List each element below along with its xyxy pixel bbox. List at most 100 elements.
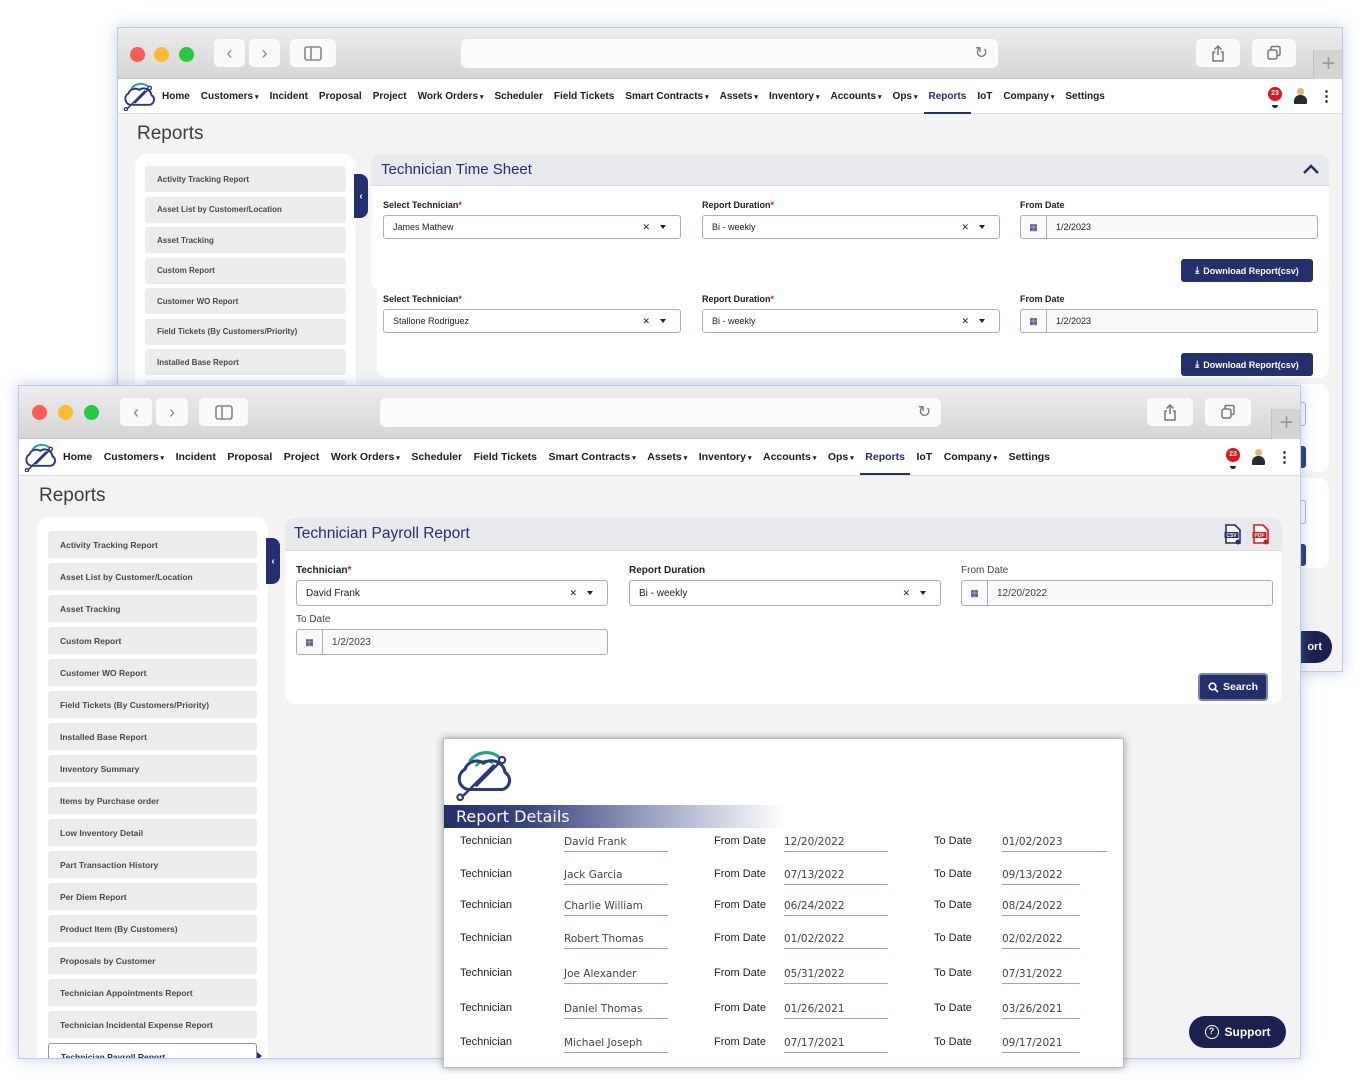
nav-item-field-tickets[interactable]: Field Tickets <box>474 451 537 463</box>
nav-item-iot[interactable]: IoT <box>916 451 932 463</box>
collapse-sidebar-button[interactable]: ‹ <box>266 538 280 584</box>
company-logo[interactable] <box>122 81 158 111</box>
clear-icon[interactable]: ✕ <box>569 588 577 599</box>
sidebar-item[interactable]: Field Tickets (By Customers/Priority) <box>48 691 257 718</box>
nav-item-field-tickets[interactable]: Field Tickets <box>554 91 614 102</box>
sidebar-item[interactable]: Proposals by Customer <box>48 947 257 974</box>
nav-item-scheduler[interactable]: Scheduler <box>495 91 543 102</box>
reload-icon[interactable]: ↻ <box>975 43 988 63</box>
nav-item-home[interactable]: Home <box>162 91 190 102</box>
collapse-sidebar-button[interactable]: ‹ <box>354 174 368 218</box>
tabs-overview-button[interactable] <box>1205 398 1251 426</box>
sidebar-item[interactable]: Asset Tracking <box>145 227 346 253</box>
nav-item-customers[interactable]: Customers ▾ <box>104 451 164 463</box>
sidebar-item[interactable]: Asset Tracking <box>48 595 257 622</box>
duration-select[interactable]: Bi - weekly ✕ <box>702 215 1000 239</box>
caret-down-icon[interactable] <box>660 319 666 323</box>
clear-icon[interactable]: ✕ <box>961 222 969 233</box>
nav-item-work-orders[interactable]: Work Orders ▾ <box>331 451 400 463</box>
sidebar-item[interactable]: Installed Base Report <box>145 349 346 375</box>
maximize-window-button[interactable] <box>179 47 194 62</box>
forward-button[interactable]: › <box>249 39 280 67</box>
download-report-button[interactable]: ⤓ Download Report(csv) <box>1181 353 1313 376</box>
nav-item-assets[interactable]: Assets ▾ <box>720 91 758 102</box>
from-date-input[interactable]: ▦ 12/20/2022 <box>961 580 1273 606</box>
sidebar-toggle-button[interactable] <box>199 398 248 426</box>
tabs-overview-button[interactable] <box>1252 39 1296 67</box>
nav-item-inventory[interactable]: Inventory ▾ <box>699 451 752 463</box>
nav-item-proposal[interactable]: Proposal <box>227 451 272 463</box>
sidebar-item[interactable]: Asset List by Customer/Location <box>48 563 257 590</box>
nav-item-accounts[interactable]: Accounts ▾ <box>830 91 881 102</box>
search-button[interactable]: Search <box>1198 673 1268 701</box>
nav-item-iot[interactable]: IoT <box>977 91 992 102</box>
nav-item-smart-contracts[interactable]: Smart Contracts ▾ <box>625 91 708 102</box>
caret-down-icon[interactable] <box>660 225 666 229</box>
calendar-icon[interactable]: ▦ <box>1021 216 1047 238</box>
nav-item-ops[interactable]: Ops ▾ <box>828 451 854 463</box>
sidebar-item[interactable]: Custom Report <box>48 627 257 654</box>
forward-button[interactable]: › <box>156 398 188 426</box>
address-bar[interactable]: ↻ <box>461 39 998 68</box>
nav-item-company[interactable]: Company ▾ <box>1003 91 1054 102</box>
sidebar-item[interactable]: Product Item (By Customers) <box>48 915 257 942</box>
nav-item-smart-contracts[interactable]: Smart Contracts ▾ <box>549 451 636 463</box>
clear-icon[interactable]: ✕ <box>642 316 650 327</box>
sidebar-item[interactable]: Activity Tracking Report <box>145 166 346 192</box>
nav-item-scheduler[interactable]: Scheduler <box>411 451 462 463</box>
sidebar-item[interactable]: Inventory Summary <box>48 755 257 782</box>
nav-item-accounts[interactable]: Accounts ▾ <box>763 451 816 463</box>
nav-item-ops[interactable]: Ops ▾ <box>893 91 918 102</box>
sidebar-item[interactable]: Field Tickets (By Customers/Priority) <box>145 318 346 345</box>
technician-select[interactable]: James Mathew ✕ <box>383 215 681 239</box>
caret-down-icon[interactable] <box>920 591 926 595</box>
caret-down-icon[interactable] <box>979 319 985 323</box>
sidebar-toggle-button[interactable] <box>290 39 336 67</box>
pdf-export-icon[interactable]: PDF <box>1252 524 1270 545</box>
share-button[interactable] <box>1147 398 1193 426</box>
sidebar-item[interactable]: Technician Incidental Expense Report <box>48 1011 257 1038</box>
new-tab-button[interactable]: + <box>1313 50 1342 80</box>
back-button[interactable]: ‹ <box>214 39 245 67</box>
new-tab-button[interactable]: + <box>1271 409 1300 439</box>
duration-select[interactable]: Bi - weekly ✕ <box>702 309 1000 333</box>
nav-item-assets[interactable]: Assets ▾ <box>647 451 687 463</box>
nav-item-reports[interactable]: Reports <box>860 451 910 475</box>
minimize-window-button[interactable] <box>154 47 169 62</box>
close-window-button[interactable] <box>32 405 47 420</box>
maximize-window-button[interactable] <box>84 405 99 420</box>
user-avatar[interactable] <box>1252 449 1265 465</box>
minimize-window-button[interactable] <box>58 405 73 420</box>
more-options-icon[interactable]: ⋮ <box>1277 450 1292 465</box>
nav-item-incident[interactable]: Incident <box>270 91 308 102</box>
nav-item-company[interactable]: Company ▾ <box>944 451 997 463</box>
sidebar-item[interactable]: Custom Report <box>145 257 346 284</box>
user-avatar[interactable] <box>1294 88 1307 104</box>
technician-select[interactable]: David Frank ✕ <box>296 580 608 606</box>
duration-select[interactable]: Bi - weekly ✕ <box>629 580 941 606</box>
calendar-icon[interactable]: ▦ <box>297 630 323 654</box>
nav-item-settings[interactable]: Settings <box>1009 451 1050 463</box>
chevron-up-icon[interactable] <box>1303 164 1319 174</box>
calendar-icon[interactable]: ▦ <box>1021 310 1047 332</box>
nav-item-proposal[interactable]: Proposal <box>319 91 362 102</box>
calendar-icon[interactable]: ▦ <box>962 581 988 605</box>
close-window-button[interactable] <box>130 47 145 62</box>
sidebar-item[interactable]: Customer WO Report <box>145 288 346 314</box>
nav-item-customers[interactable]: Customers ▾ <box>201 91 259 102</box>
sidebar-item[interactable]: Per Diem Report <box>48 883 257 910</box>
share-button[interactable] <box>1196 39 1240 67</box>
from-date-input[interactable]: ▦ 1/2/2023 <box>1020 309 1318 333</box>
nav-item-work-orders[interactable]: Work Orders ▾ <box>418 91 484 102</box>
sidebar-item[interactable]: Part Transaction History <box>48 851 257 878</box>
company-logo[interactable] <box>23 442 59 472</box>
nav-item-project[interactable]: Project <box>373 91 407 102</box>
notifications-button[interactable]: 23 <box>1268 87 1282 108</box>
nav-item-incident[interactable]: Incident <box>176 451 216 463</box>
sidebar-item[interactable]: Technician Payroll Report <box>48 1043 262 1058</box>
more-options-icon[interactable]: ⋮ <box>1319 89 1334 104</box>
reload-icon[interactable]: ↻ <box>918 402 931 422</box>
sidebar-item[interactable]: Items by Purchase order <box>48 787 257 814</box>
nav-item-reports[interactable]: Reports <box>923 91 972 114</box>
sidebar-item[interactable]: Low Inventory Detail <box>48 819 257 846</box>
